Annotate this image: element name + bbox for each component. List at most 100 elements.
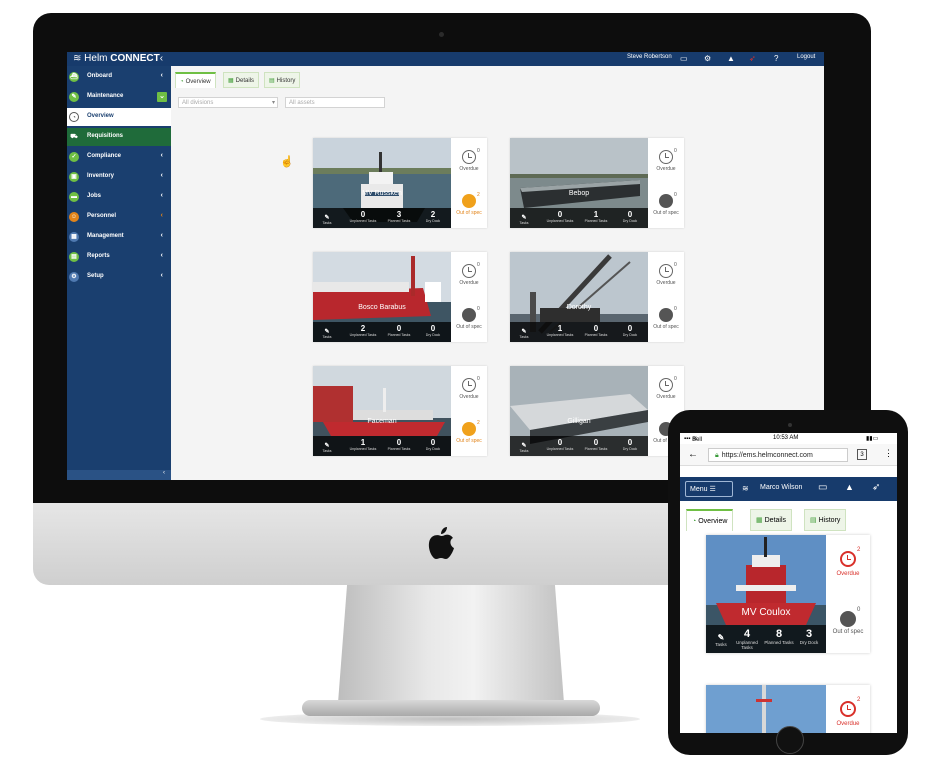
chevron-left-icon: ‹ — [160, 72, 163, 79]
sidebar-item-maintenance[interactable]: ✎ Maintenance ⌄ — [67, 88, 171, 106]
tab-overview[interactable]: ◔ Overview — [175, 72, 216, 88]
status-time: 10:53 AM — [773, 435, 799, 441]
sidebar-item-overview[interactable]: ◔ Overview — [67, 108, 171, 126]
sidebar-collapse-button[interactable]: ‹ — [67, 470, 171, 480]
sidebar-item-jobs[interactable]: ▬ Jobs ‹ — [67, 188, 171, 206]
sidebar-item-onboard[interactable]: ⛴ Onboard ‹ — [67, 68, 171, 86]
sidebar-item-inventory[interactable]: ▣ Inventory ‹ — [67, 168, 171, 186]
help-icon[interactable]: ? — [774, 53, 778, 64]
assets-input[interactable]: All assets — [285, 97, 385, 108]
menu-button[interactable]: Menu ☰ — [685, 481, 733, 497]
user-name[interactable]: Marco Wilson — [760, 484, 802, 491]
input-placeholder: All assets — [289, 100, 315, 106]
overdue-count: 0 — [674, 262, 677, 268]
out-of-spec-count: 0 — [477, 306, 480, 312]
bell-icon[interactable]: ▲ — [845, 482, 854, 492]
tab-overview[interactable]: ◔ Overview — [686, 509, 734, 531]
monitor-icon[interactable]: ▭ — [680, 53, 688, 64]
ios-status-bar: ▪▪▪ Bell ≋ 10:53 AM ▮▮▭ — [680, 433, 897, 444]
gear-icon[interactable]: ⚙ — [704, 53, 711, 64]
tab-label: History — [276, 78, 296, 84]
ipad-camera — [788, 423, 792, 427]
drydock-caption: Dry Dock — [799, 640, 819, 645]
tab-details[interactable]: ▦ Details — [750, 509, 793, 531]
out-of-spec-count: 2 — [477, 192, 480, 198]
overdue-count: 0 — [674, 376, 677, 382]
sidebar-item-requisitions[interactable]: ⛟ Requisitions — [67, 128, 171, 146]
unplanned-count: 0 — [557, 438, 563, 447]
ipad-home-button[interactable] — [776, 726, 804, 754]
out-of-spec-count: 0 — [674, 306, 677, 312]
planned-caption: Planned Tasks — [387, 333, 411, 337]
tab-label: Details — [764, 517, 787, 524]
carrier-name: Bell — [692, 437, 703, 443]
unplanned-stat: 4 Unplanned Tasks — [732, 628, 762, 650]
card-stats: ✎ Tasks 0 Unplanned Tasks 3 Planned Tasks 2… — [313, 208, 451, 228]
sidebar-item-compliance[interactable]: ✓ Compliance ‹ — [67, 148, 171, 166]
vessel-card[interactable]: MV Russken ✎ Tasks 0 Unplanned Tasks 3 Plan… — [313, 138, 487, 228]
tab-history[interactable]: ▤ History — [264, 72, 301, 88]
planned-count: 8 — [775, 628, 783, 640]
vessel-card[interactable]: MV Coulox ✎ Tasks 4 Unplanned Tasks 8 Plann… — [706, 535, 870, 653]
vessel-card[interactable]: Bebop ✎ Tasks 0 Unplanned Tasks 1 Planned T… — [510, 138, 684, 228]
back-arrow-icon[interactable]: ← — [688, 449, 698, 460]
chevron-left-icon: ‹ — [160, 152, 163, 159]
sidebar-item-label: Compliance — [87, 153, 122, 159]
vessel-card[interactable]: Dorothy ✎ Tasks 1 Unplanned Tasks 0 Planned… — [510, 252, 684, 342]
pin-icon[interactable]: ➶ — [749, 53, 756, 64]
vessel-card[interactable]: Bosco Barabus ✎ Tasks 2 Unplanned Tasks 0P… — [313, 252, 487, 342]
bell-icon[interactable]: ▲ — [727, 53, 735, 64]
card-stats: ✎ Tasks 1 Unplanned Tasks 0 Planned Tasks 0… — [313, 436, 451, 456]
sidebar-item-label: Management — [87, 233, 124, 239]
sidebar-item-management[interactable]: ▦ Management ‹ — [67, 228, 171, 246]
planned-count: 3 — [396, 210, 402, 219]
brand-logo[interactable]: ≋ Helm CONNECT‹ — [73, 53, 163, 65]
logout-link[interactable]: Logout — [797, 54, 815, 60]
more-options-icon[interactable]: ⋮ — [884, 448, 893, 459]
tab-label: Overview — [698, 518, 728, 525]
unplanned-count: 2 — [360, 324, 366, 333]
unplanned-stat: 0 Unplanned Tasks — [546, 438, 574, 451]
out-of-spec-label: Out of spec — [832, 629, 864, 635]
drydock-count: 2 — [430, 210, 436, 219]
unplanned-caption: Unplanned Tasks — [349, 219, 377, 223]
url-field[interactable]: 🔒︎ https://ems.helmconnect.com — [708, 448, 848, 462]
collapse-sidebar-icon[interactable]: ‹ — [160, 53, 163, 64]
sidebar-item-personnel[interactable]: ☺ Personnel ‹ — [67, 208, 171, 226]
planned-count: 0 — [396, 438, 402, 447]
planned-caption: Planned Tasks — [584, 219, 608, 223]
vessel-card[interactable]: Gilligan ✎ Tasks 0 Unplanned Tasks 0 Planne… — [510, 366, 684, 456]
sidebar-item-label: Reports — [87, 253, 110, 259]
tablet-nav-bar: Menu ☰ ≋ Marco Wilson ▭ ▲ ➶ — [680, 477, 897, 501]
pin-icon[interactable]: ➶ — [872, 482, 880, 493]
sidebar-item-reports[interactable]: ▤ Reports ‹ — [67, 248, 171, 266]
chevron-left-icon: ‹ — [160, 192, 163, 199]
vessel-name: MV Coulox — [741, 607, 791, 618]
clock-icon — [462, 264, 476, 278]
tab-details[interactable]: ▦ Details — [223, 72, 260, 88]
clock-icon — [659, 264, 673, 278]
vessel-card[interactable]: Faceman ✎ Tasks 1 Unplanned Tasks 0 Planned… — [313, 366, 487, 456]
drydock-stat: 0 Dry Dock — [419, 438, 447, 451]
monitor-icon[interactable]: ▭ — [818, 482, 827, 493]
tab-count-button[interactable]: 3 — [857, 449, 867, 460]
chevron-left-icon: ‹ — [160, 272, 163, 279]
menu-label: Menu — [690, 486, 708, 493]
tab-history[interactable]: ▤ History — [804, 509, 847, 531]
drydock-stat: 3 Dry Dock — [794, 628, 824, 645]
planned-caption: Planned Tasks — [387, 447, 411, 451]
document-icon: ▤ — [269, 78, 275, 84]
chevron-down-icon: ⌄ — [157, 92, 167, 102]
overdue-count: 2 — [857, 697, 861, 703]
unplanned-stat: 0 Unplanned Tasks — [349, 210, 377, 223]
sidebar-item-setup[interactable]: ⚙ Setup ‹ — [67, 268, 171, 286]
unplanned-caption: Unplanned Tasks — [349, 333, 377, 337]
tab-label: History — [818, 517, 841, 524]
sidebar-item-label: Maintenance — [87, 93, 124, 99]
unplanned-count: 0 — [557, 210, 563, 219]
tab-label: Overview — [185, 79, 211, 85]
user-name[interactable]: Steve Robertson — [627, 54, 672, 60]
divisions-select[interactable]: All divisions ▾ — [178, 97, 278, 108]
card-status-panel: 0 Overdue 2 Out of spec — [451, 366, 487, 456]
select-value: All divisions — [182, 100, 214, 106]
